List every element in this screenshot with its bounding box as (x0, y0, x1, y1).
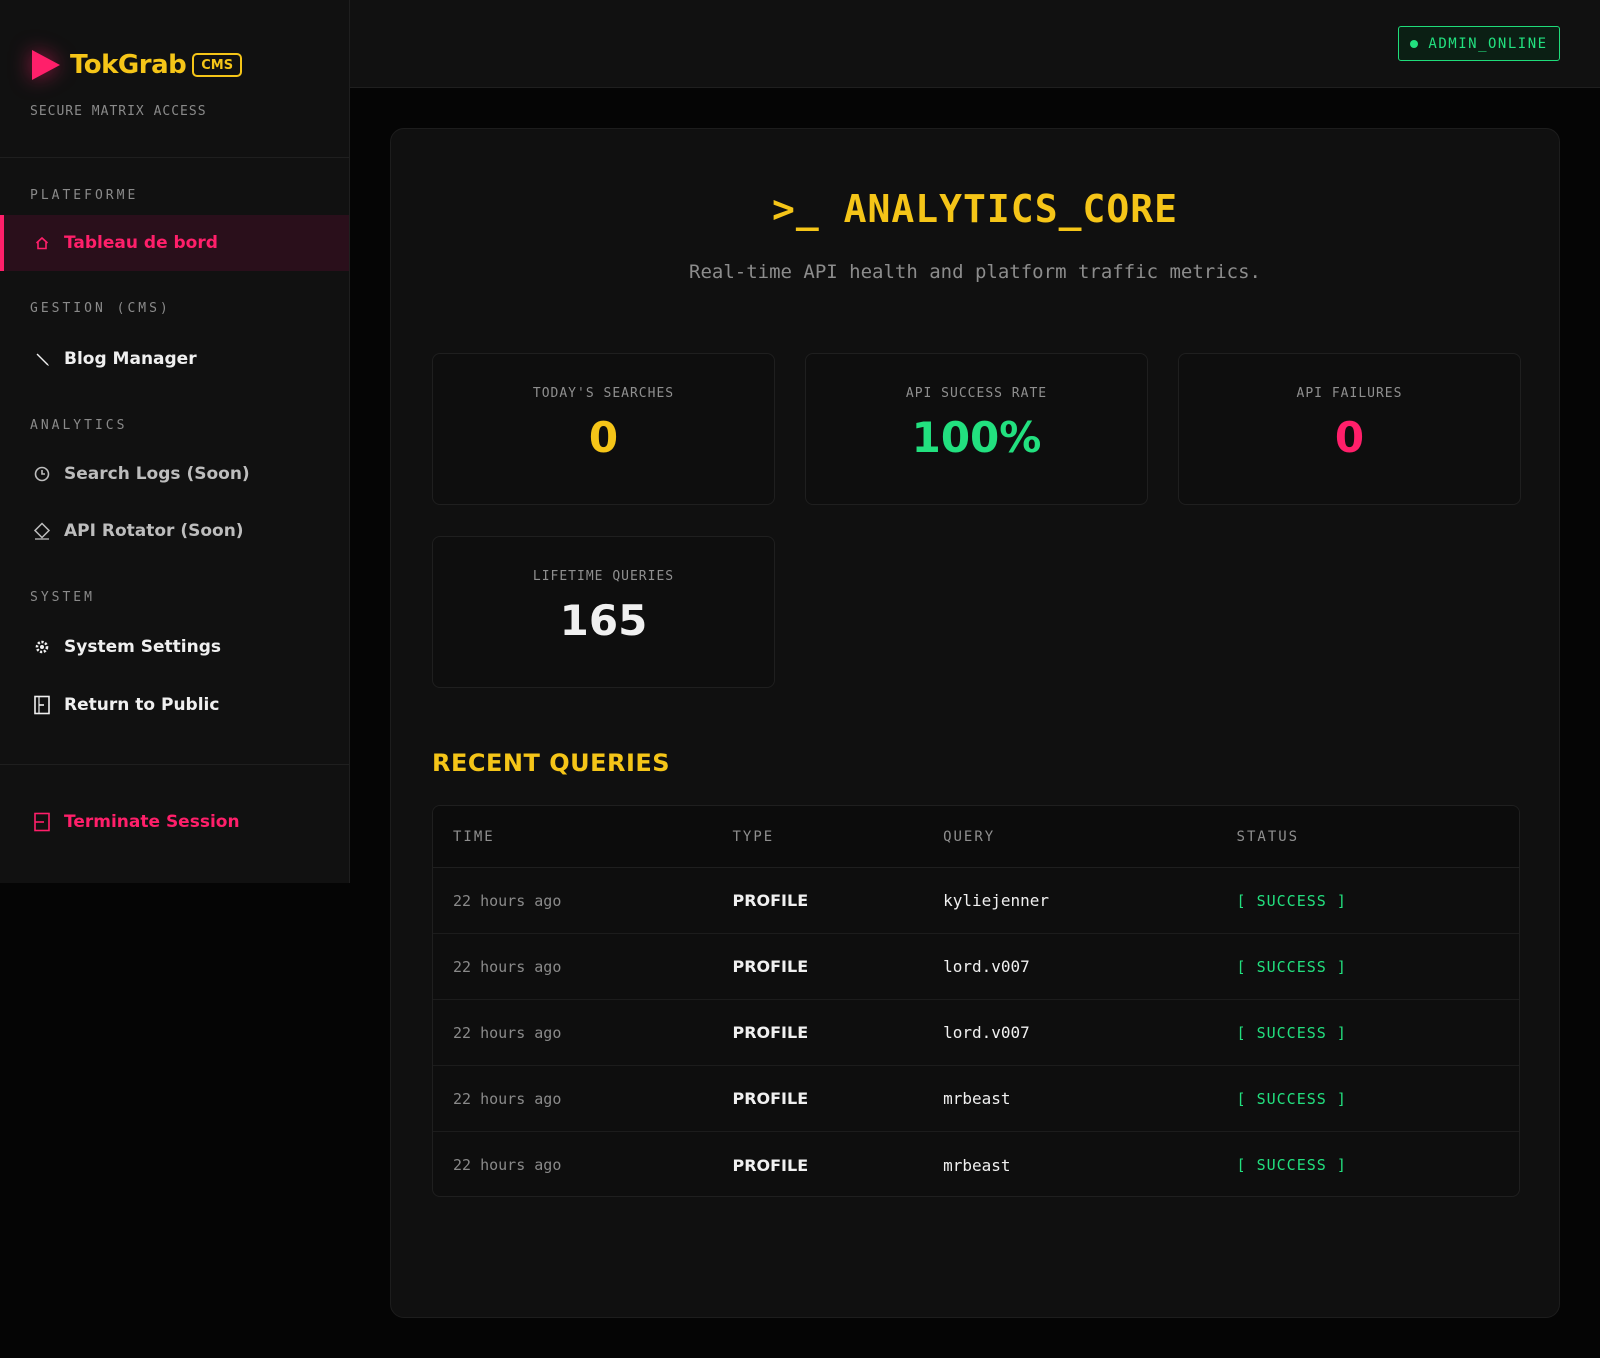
gear-icon (33, 638, 51, 656)
recent-queries-title: RECENT QUERIES (432, 749, 671, 777)
sidebar-item-label: Return to Public (64, 695, 220, 715)
stat-value: 0 (1334, 413, 1365, 462)
stat-value: 165 (559, 596, 648, 645)
nav-section-system: SYSTEM (30, 590, 95, 605)
brand-logo[interactable]: TokGrab CMS (30, 44, 349, 86)
cell-status: [ SUCCESS ] (1236, 1156, 1347, 1174)
terminate-session-button[interactable]: Terminate Session (0, 794, 349, 850)
recent-queries-table: TIME TYPE QUERY STATUS 22 hours ago PROF… (432, 805, 1520, 1197)
cell-query: lord.v007 (943, 957, 1030, 976)
cell-type: PROFILE (732, 957, 809, 976)
home-icon (33, 234, 51, 252)
admin-status-label: ADMIN_ONLINE (1428, 35, 1548, 52)
column-header-status[interactable]: STATUS (1237, 829, 1519, 845)
cell-time: 22 hours ago (453, 1089, 562, 1108)
column-header-query[interactable]: QUERY (943, 829, 1236, 845)
brand-subtitle: SECURE MATRIX ACCESS (30, 104, 207, 119)
nav-section-analytics: ANALYTICS (30, 418, 128, 433)
sidebar-item-settings[interactable]: System Settings (0, 619, 349, 675)
cell-type: PROFILE (732, 1089, 809, 1108)
cell-time: 22 hours ago (453, 1023, 562, 1042)
cell-query: mrbeast (943, 1155, 1011, 1175)
cell-type: PROFILE (732, 1023, 809, 1042)
stat-card-api-failures: API FAILURES 0 (1178, 353, 1521, 505)
cell-time: 22 hours ago (453, 957, 562, 976)
table-row[interactable]: 22 hours ago PROFILE kyliejenner [ SUCCE… (433, 868, 1519, 934)
sidebar-item-dashboard[interactable]: Tableau de bord (0, 215, 349, 271)
stat-label: LIFETIME QUERIES (532, 569, 675, 584)
diamond-icon (33, 522, 51, 540)
cms-badge: CMS (192, 53, 243, 77)
cell-query: kyliejenner (943, 891, 1050, 910)
column-header-type[interactable]: TYPE (732, 829, 943, 845)
sidebar-item-label: Blog Manager (64, 349, 197, 369)
sidebar-item-api-rotator[interactable]: API Rotator (Soon) (0, 503, 349, 559)
sidebar: TokGrab CMS SECURE MATRIX ACCESS PLATEFO… (0, 0, 350, 883)
cell-type: PROFILE (732, 1155, 809, 1175)
cell-type: PROFILE (732, 891, 809, 910)
table-row[interactable]: 22 hours ago PROFILE mrbeast [ SUCCESS ] (433, 1066, 1519, 1132)
play-logo-icon (32, 50, 60, 80)
table-header: TIME TYPE QUERY STATUS (433, 806, 1519, 868)
cell-query: lord.v007 (943, 1023, 1030, 1042)
nav-section-platform: PLATEFORME (30, 188, 139, 203)
stat-card-api-success-rate: API SUCCESS RATE 100% (805, 353, 1148, 505)
logout-icon (33, 812, 51, 832)
status-dot-icon (1410, 39, 1419, 48)
nav-section-cms: GESTION (CMS) (30, 301, 171, 316)
cell-time: 22 hours ago (453, 1156, 562, 1174)
admin-status-badge: ADMIN_ONLINE (1398, 26, 1560, 61)
sidebar-item-label: Search Logs (Soon) (64, 464, 250, 484)
sidebar-item-blog[interactable]: Blog Manager (0, 331, 349, 387)
stat-label: TODAY'S SEARCHES (532, 386, 675, 401)
page-subtitle: Real-time API health and platform traffi… (689, 261, 1261, 283)
door-icon (33, 695, 51, 715)
table-row[interactable]: 22 hours ago PROFILE mrbeast [ SUCCESS ] (433, 1132, 1519, 1196)
table-row[interactable]: 22 hours ago PROFILE lord.v007 [ SUCCESS… (433, 934, 1519, 1000)
stat-card-todays-searches: TODAY'S SEARCHES 0 (432, 353, 775, 505)
page-title: >_ ANALYTICS_CORE (772, 187, 1178, 231)
pencil-icon (33, 350, 51, 368)
analytics-panel: >_ ANALYTICS_CORE Real-time API health a… (390, 128, 1560, 1318)
stat-value: 100% (911, 413, 1042, 462)
clock-icon (33, 465, 51, 483)
top-bar: ADMIN_ONLINE (350, 0, 1600, 88)
table-row[interactable]: 22 hours ago PROFILE lord.v007 [ SUCCESS… (433, 1000, 1519, 1066)
brand-block: TokGrab CMS SECURE MATRIX ACCESS (0, 0, 349, 158)
stat-card-lifetime-queries: LIFETIME QUERIES 165 (432, 536, 775, 688)
sidebar-divider (0, 764, 349, 765)
sidebar-item-label: Tableau de bord (64, 233, 218, 253)
sidebar-item-label: Terminate Session (64, 812, 240, 832)
cell-status: [ SUCCESS ] (1236, 1023, 1347, 1042)
brand-name: TokGrab (70, 50, 187, 80)
sidebar-item-search-logs[interactable]: Search Logs (Soon) (0, 446, 349, 502)
cell-status: [ SUCCESS ] (1236, 1089, 1347, 1108)
cell-status: [ SUCCESS ] (1236, 957, 1347, 976)
stat-value: 0 (588, 413, 619, 462)
column-header-time[interactable]: TIME (433, 829, 732, 845)
cell-query: mrbeast (943, 1089, 1011, 1108)
sidebar-item-label: API Rotator (Soon) (64, 521, 244, 541)
stat-label: API SUCCESS RATE (905, 386, 1048, 401)
sidebar-item-label: System Settings (64, 637, 221, 657)
sidebar-item-return-public[interactable]: Return to Public (0, 677, 349, 733)
cell-time: 22 hours ago (453, 891, 562, 910)
cell-status: [ SUCCESS ] (1236, 891, 1347, 910)
stat-label: API FAILURES (1296, 386, 1403, 401)
